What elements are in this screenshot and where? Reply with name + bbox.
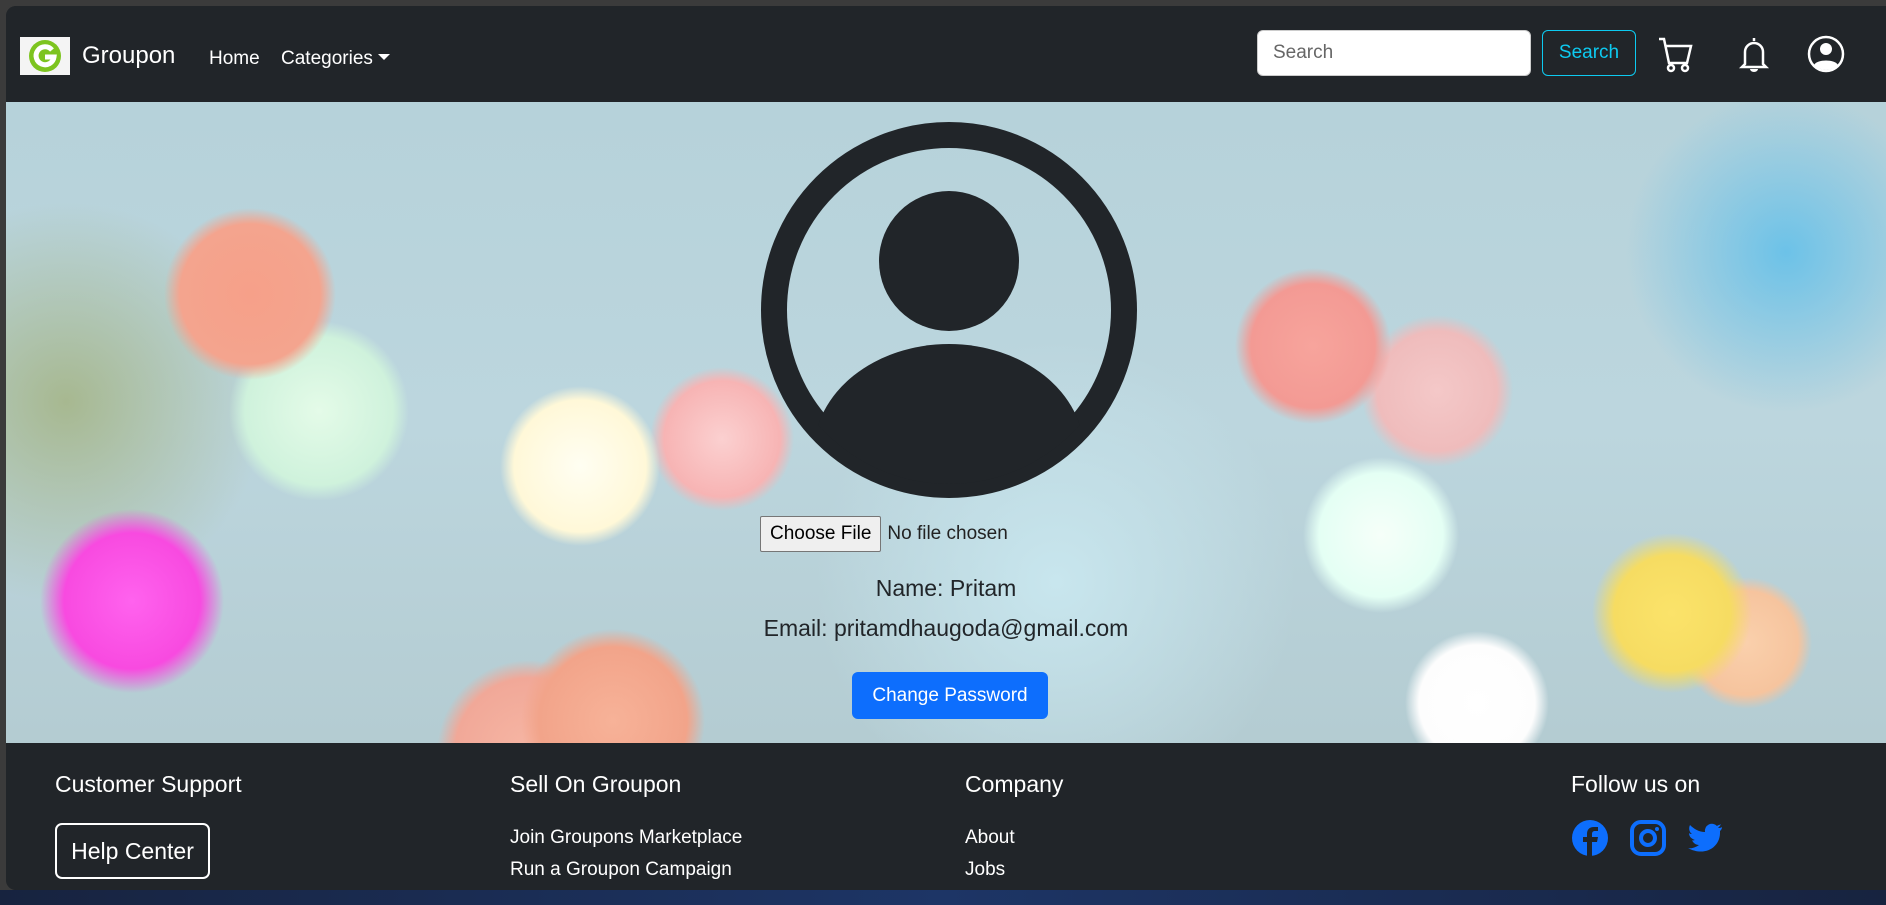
footer: Customer Support Help Center Sell On Gro… (6, 743, 1886, 890)
file-status: No file chosen (887, 523, 1008, 544)
browser-page: Groupon Home Categories Search Choose Fi… (6, 6, 1886, 890)
instagram-icon[interactable] (1629, 819, 1667, 857)
footer-link-join-marketplace[interactable]: Join Groupons Marketplace (510, 827, 742, 849)
user-circle-icon[interactable] (1806, 34, 1846, 74)
profile-name: Name: Pritam (875, 575, 1017, 601)
cart-icon[interactable] (1656, 34, 1696, 74)
os-taskbar (0, 890, 1886, 905)
search-input[interactable] (1257, 30, 1531, 76)
change-password-button[interactable]: Change Password (852, 672, 1048, 719)
caret-down-icon (377, 54, 390, 60)
footer-heading-sell: Sell On Groupon (510, 771, 682, 797)
facebook-icon[interactable] (1571, 819, 1609, 857)
groupon-logo-icon (29, 40, 61, 72)
footer-link-jobs[interactable]: Jobs (965, 859, 1005, 881)
footer-link-run-campaign[interactable]: Run a Groupon Campaign (510, 859, 732, 881)
nav-home-link[interactable]: Home (209, 48, 260, 70)
navbar: Groupon Home Categories Search (6, 6, 1886, 102)
footer-heading-customer-support: Customer Support (55, 771, 242, 797)
file-upload: Choose File No file chosen (760, 516, 1008, 552)
avatar-placeholder-icon[interactable] (761, 122, 1137, 498)
nav-categories-dropdown[interactable]: Categories (281, 48, 390, 70)
twitter-icon[interactable] (1686, 819, 1724, 857)
categories-label: Categories (281, 48, 373, 69)
footer-link-about[interactable]: About (965, 827, 1015, 849)
profile-email: Email: pritamdhaugoda@gmail.com (763, 615, 1129, 641)
choose-file-button[interactable]: Choose File (760, 516, 882, 552)
brand-name[interactable]: Groupon (82, 42, 175, 70)
groupon-logo[interactable] (20, 37, 70, 75)
footer-heading-follow: Follow us on (1571, 771, 1701, 797)
profile-hero: Choose File No file chosen Name: Pritam … (6, 102, 1886, 743)
help-center-button[interactable]: Help Center (55, 823, 210, 879)
bell-icon[interactable] (1734, 34, 1774, 74)
footer-heading-company: Company (965, 771, 1064, 797)
search-button[interactable]: Search (1542, 30, 1636, 76)
